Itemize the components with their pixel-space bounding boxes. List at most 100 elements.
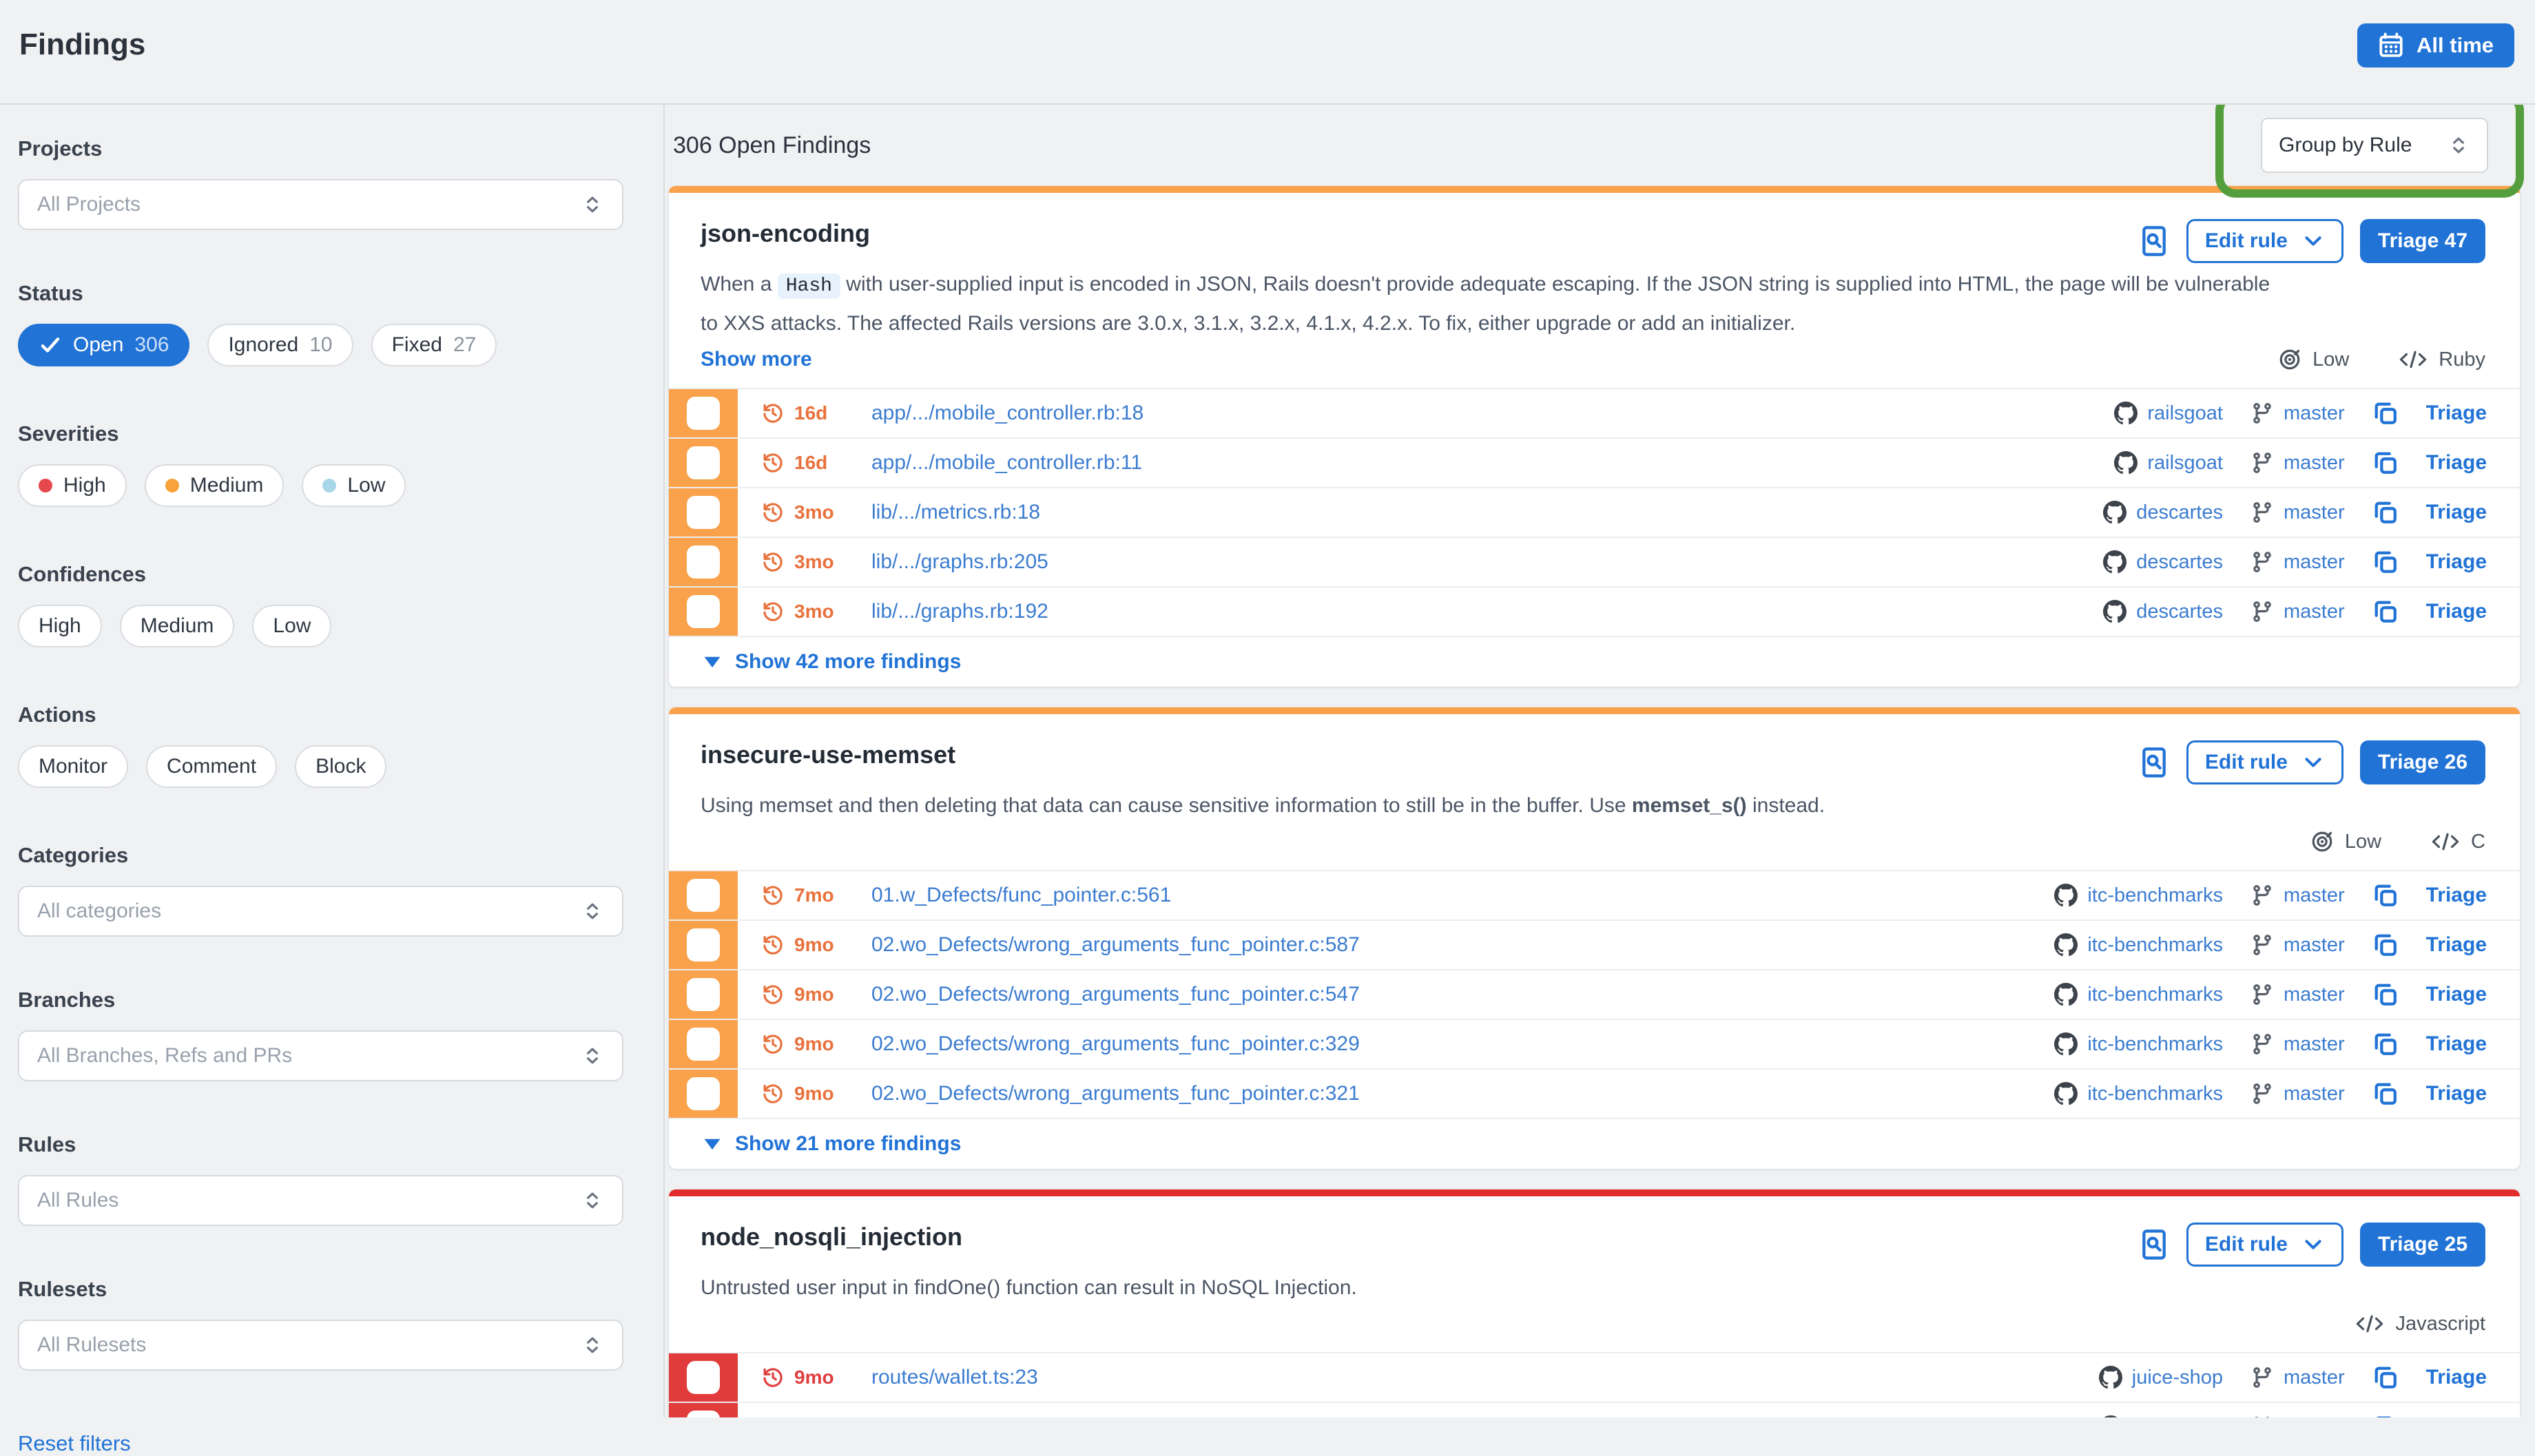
show-more-findings[interactable]: Show 21 more findings (669, 1118, 2520, 1169)
copy-icon[interactable] (2372, 1364, 2399, 1391)
branch-link[interactable]: master (2284, 934, 2345, 957)
severity-pill-low[interactable]: Low (302, 464, 406, 507)
row-checkbox[interactable] (687, 446, 720, 479)
triage-link[interactable]: Triage (2426, 1082, 2487, 1105)
copy-icon[interactable] (2372, 450, 2399, 476)
triage-link[interactable]: Triage (2426, 1366, 2487, 1389)
status-pill-open[interactable]: Open 306 (18, 324, 189, 366)
triage-link[interactable]: Triage (2426, 933, 2487, 957)
row-checkbox[interactable] (687, 978, 720, 1011)
triage-link[interactable]: Triage (2426, 501, 2487, 524)
edit-rule-button[interactable]: Edit rule (2186, 219, 2343, 263)
branch-link[interactable]: master (2284, 1033, 2345, 1056)
copy-icon[interactable] (2372, 1081, 2399, 1107)
copy-icon[interactable] (2372, 1031, 2399, 1057)
repo-link[interactable]: juice-shop (2132, 1366, 2223, 1389)
triage-button[interactable]: Triage 47 (2360, 219, 2485, 263)
branch-link[interactable]: master (2284, 884, 2345, 907)
copy-icon[interactable] (2372, 882, 2399, 908)
repo-link[interactable]: itc-benchmarks (2087, 1083, 2223, 1105)
repo-link[interactable]: railsgoat (2147, 452, 2223, 475)
group-by-select[interactable]: Group by Rule (2261, 118, 2488, 173)
projects-select[interactable]: All Projects (18, 179, 623, 230)
repo-link[interactable]: railsgoat (2147, 402, 2223, 425)
copy-icon[interactable] (2372, 599, 2399, 625)
row-checkbox[interactable] (687, 1411, 720, 1417)
branch-link[interactable]: master (2284, 501, 2345, 524)
row-checkbox[interactable] (687, 595, 720, 628)
triage-link[interactable]: Triage (2426, 550, 2487, 574)
finding-path-link[interactable]: lib/.../metrics.rb:18 (871, 501, 1040, 524)
repo-link[interactable]: itc-benchmarks (2087, 1033, 2223, 1056)
file-search-icon[interactable] (2138, 747, 2170, 778)
repo-link[interactable]: descartes (2136, 551, 2223, 574)
row-checkbox[interactable] (687, 1077, 720, 1110)
repo-link[interactable]: itc-benchmarks (2087, 934, 2223, 957)
edit-rule-button[interactable]: Edit rule (2186, 1223, 2343, 1267)
finding-path-link[interactable]: routes/wallet.ts:23 (871, 1366, 1038, 1389)
branch-link[interactable]: master (2284, 452, 2345, 475)
confidence-pill-low[interactable]: Low (252, 605, 331, 647)
finding-path-link[interactable]: 02.wo_Defects/wrong_arguments_func_point… (871, 983, 1360, 1006)
confidence-pill-medium[interactable]: Medium (120, 605, 235, 647)
reset-filters-link[interactable]: Reset filters (18, 1431, 131, 1456)
repo-link[interactable]: descartes (2136, 601, 2223, 623)
copy-icon[interactable] (2372, 1414, 2399, 1417)
row-checkbox[interactable] (687, 1028, 720, 1061)
triage-button[interactable]: Triage 25 (2360, 1223, 2485, 1267)
rulesets-select[interactable]: All Rulesets (18, 1320, 623, 1371)
branch-link[interactable]: master (2284, 601, 2345, 623)
repo-link[interactable]: itc-benchmarks (2087, 984, 2223, 1006)
finding-path-link[interactable]: lib/.../graphs.rb:192 (871, 600, 1048, 623)
row-checkbox[interactable] (687, 545, 720, 579)
finding-path-link[interactable]: 02.wo_Defects/wrong_arguments_func_point… (871, 933, 1360, 957)
severity-pill-medium[interactable]: Medium (145, 464, 284, 507)
branch-link[interactable]: master (2284, 1083, 2345, 1105)
action-pill-comment[interactable]: Comment (146, 745, 277, 788)
finding-path-link[interactable]: 02.wo_Defects/wrong_arguments_func_point… (871, 1032, 1360, 1056)
branch-link[interactable]: master (2284, 551, 2345, 574)
branches-select[interactable]: All Branches, Refs and PRs (18, 1030, 623, 1081)
all-time-button[interactable]: All time (2357, 23, 2514, 67)
triage-link[interactable]: Triage (2426, 884, 2487, 907)
branch-link[interactable]: master (2284, 402, 2345, 425)
triage-link[interactable]: Triage (2426, 402, 2487, 425)
rules-select[interactable]: All Rules (18, 1175, 623, 1226)
row-checkbox[interactable] (687, 879, 720, 912)
branch-link[interactable]: master (2284, 1366, 2345, 1389)
file-search-icon[interactable] (2138, 225, 2170, 257)
triage-link[interactable]: Triage (2426, 600, 2487, 623)
copy-icon[interactable] (2372, 400, 2399, 426)
finding-path-link[interactable]: app/.../mobile_controller.rb:11 (871, 451, 1142, 475)
row-checkbox[interactable] (687, 397, 720, 430)
row-checkbox[interactable] (687, 1361, 720, 1394)
triage-link[interactable]: Triage (2426, 451, 2487, 475)
file-search-icon[interactable] (2138, 1229, 2170, 1260)
triage-link[interactable]: Triage (2426, 1032, 2487, 1056)
categories-select[interactable]: All categories (18, 886, 623, 937)
finding-path-link[interactable]: 02.wo_Defects/wrong_arguments_func_point… (871, 1082, 1360, 1105)
row-checkbox[interactable] (687, 928, 720, 961)
copy-icon[interactable] (2372, 932, 2399, 958)
branch-link[interactable]: master (2284, 984, 2345, 1006)
repo-link[interactable]: itc-benchmarks (2087, 884, 2223, 907)
show-more-link[interactable]: Show more (701, 348, 812, 371)
finding-path-link[interactable]: 01.w_Defects/func_pointer.c:561 (871, 884, 1171, 907)
copy-icon[interactable] (2372, 499, 2399, 526)
triage-link[interactable]: Triage (2426, 983, 2487, 1006)
copy-icon[interactable] (2372, 981, 2399, 1008)
finding-path-link[interactable]: app/.../mobile_controller.rb:18 (871, 402, 1144, 425)
repo-link[interactable]: descartes (2136, 501, 2223, 524)
confidence-pill-high[interactable]: High (18, 605, 102, 647)
status-pill-fixed[interactable]: Fixed 27 (371, 324, 497, 366)
copy-icon[interactable] (2372, 549, 2399, 575)
edit-rule-button[interactable]: Edit rule (2186, 740, 2343, 784)
triage-button[interactable]: Triage 26 (2360, 740, 2485, 784)
row-checkbox[interactable] (687, 496, 720, 529)
show-more-findings[interactable]: Show 42 more findings (669, 636, 2520, 687)
status-pill-ignored[interactable]: Ignored 10 (207, 324, 353, 366)
action-pill-monitor[interactable]: Monitor (18, 745, 128, 788)
severity-pill-high[interactable]: High (18, 464, 127, 507)
finding-path-link[interactable]: lib/.../graphs.rb:205 (871, 550, 1048, 574)
action-pill-block[interactable]: Block (295, 745, 386, 788)
